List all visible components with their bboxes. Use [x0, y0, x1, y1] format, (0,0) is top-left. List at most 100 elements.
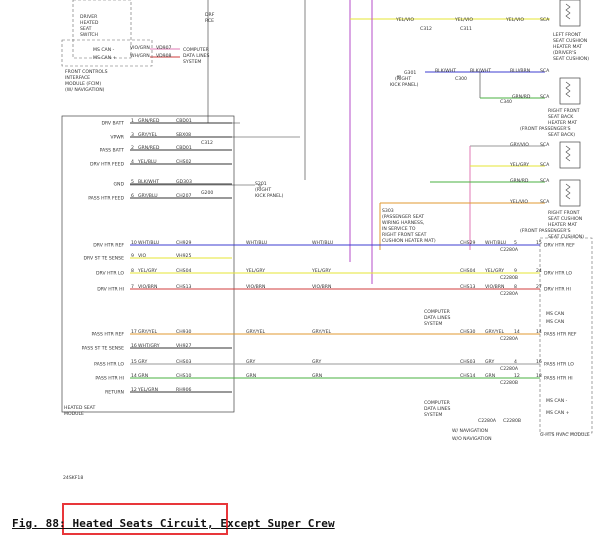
drf-label: DRF [205, 12, 215, 18]
wire-label: GRY [485, 359, 494, 365]
hvac-module-label: G-HTS HVAC MODULE [540, 432, 590, 438]
splice-label: S201 [255, 181, 267, 187]
circuit-label: VD907 [156, 45, 172, 51]
wire-label: BLU/BRN [510, 68, 530, 74]
seat-mat-label: (DRIVER'S [553, 50, 576, 56]
wire-label: GRY [312, 359, 321, 365]
wire-label: VIO/BRN [246, 284, 265, 290]
wire-label: YEL/VIO [454, 17, 473, 23]
wire-label: GRN [246, 373, 256, 379]
hvac-pin-label: PASS HTR LO [544, 362, 574, 368]
connector-label: C2280B [500, 380, 518, 386]
wire-label: YEL/GRY [484, 268, 504, 274]
wire-label: VIO/BRN [312, 284, 331, 290]
driver-switch-label: SEAT [80, 26, 92, 32]
computer-data-label: COMPUTER [183, 47, 210, 53]
wire-label: GRY/VIO [510, 142, 529, 148]
circuit-label: CHS03 [460, 359, 476, 365]
hvac-pin-label: PASS HTR HI [544, 376, 573, 382]
seat-mat-label: RIGHT FRONT [548, 210, 580, 216]
wire-label: GRN/RD [512, 94, 531, 100]
heated-seat-module-label: MODULE [64, 411, 84, 417]
wire-label: YEL/GRY [509, 162, 529, 168]
fcim-label: MODULE (FCIM) [65, 81, 101, 87]
circuit-label: CHS29 [460, 240, 476, 246]
wire-label: WHT/BLU [246, 240, 267, 246]
connector-label: C2280A [500, 366, 519, 372]
wire-label: GRN/RD [510, 178, 529, 184]
connector-label: C2280A [500, 247, 519, 253]
splice-label: (PASSENGER SEAT [382, 214, 424, 220]
wire-label: YEL/GRY [311, 268, 331, 274]
wire-label: WHT/BLU [312, 240, 333, 246]
wire-label: GRY/YEL [246, 329, 266, 335]
pin-number: 4 [514, 359, 517, 365]
computer-data-label: DATA LINES [424, 406, 451, 412]
wire-label: WH/GRN [130, 53, 150, 59]
sca-label: SCA [540, 17, 550, 23]
pin-number: 15 [536, 240, 542, 246]
figure-caption: Fig. 88: Heated Seats Circuit, Except Su… [12, 517, 335, 530]
connector-label: C2280B [503, 418, 521, 424]
pin-label: RETURN [105, 390, 124, 396]
wire-label: GRY [246, 359, 255, 365]
connector-label: C312 [420, 26, 432, 32]
wire-label: GRY/YEL [312, 329, 332, 335]
fcim-label: INTERFACE [65, 75, 90, 81]
pin-row-layer: DRV BATT 1 GRN/RED CBD01VPWR 3 GRY/YEL SBX08PA… [82, 118, 577, 396]
computer-data-label: COMPUTER [424, 400, 451, 406]
computer-data-label: COMPUTER [424, 309, 451, 315]
wire-label: GRY/YEL [485, 329, 505, 335]
fcim-label: FRONT CONTROLS [65, 69, 108, 75]
pin-label: DRV BATT [101, 121, 124, 127]
connector-label: C312 [201, 140, 213, 146]
wire-label: VIO/BRN [485, 284, 504, 290]
seat-mat-label: HEATER MAT [548, 222, 577, 228]
pin-label: GND [113, 182, 124, 188]
sca-label: SCA [540, 162, 550, 168]
ground-label: KICK PANEL) [390, 82, 419, 88]
pin-number: 27 [536, 284, 542, 290]
wire-label: VIO/GRN [130, 45, 150, 51]
seat-mat-label: HEATER MAT [553, 44, 582, 50]
circuit-label: CHS14 [460, 373, 476, 379]
pin-label: PASS HTR HI [95, 376, 124, 382]
connector-label: C2280A [500, 336, 519, 342]
pin-number: 24 [536, 268, 542, 274]
pin-number: 9 [514, 268, 517, 274]
ms-can-label: MS CAN - [546, 398, 568, 404]
driver-switch-label: HEATED [80, 20, 99, 26]
caption: Fig. 88: Heated Seats Circuit, Except Su… [12, 514, 335, 532]
seat-mat-label: (FRONT PASSENGER'S [520, 126, 571, 132]
wire-label: YEL/GRY [245, 268, 265, 274]
sca-label: SCA [540, 199, 550, 205]
diagram-root: DRIVER HEATED SEAT SWITCH FRONT CONTROLS… [0, 0, 601, 546]
pin-label: PASS ST TE SENSE [82, 346, 124, 352]
pin-label: DRV HTR LO [96, 271, 124, 277]
connector-label: C2280A [500, 291, 519, 297]
pin-label: PASS BATT [100, 148, 125, 154]
seat-mat-label: SEAT CUSHION [553, 38, 587, 44]
splice-label: CUSHION HEATER MAT) [382, 238, 436, 244]
heated-seat-module-label: HEATED SEAT [64, 405, 95, 411]
pin-number: 12 [514, 373, 520, 379]
pin-label: VPWR [110, 135, 124, 141]
heater-coil-icon [565, 145, 571, 162]
circuit-label: CHS30 [460, 329, 476, 335]
nav-label: W/ NAVIGATION [452, 428, 488, 434]
corner-code: 24SKF18 [63, 475, 83, 481]
pin-label: DRV HTR REF [93, 243, 124, 249]
seat-mat-label: SEAT CUSHION [548, 216, 582, 222]
heater-coil-icon [565, 81, 571, 98]
wiring-diagram: DRIVER HEATED SEAT SWITCH FRONT CONTROLS… [61, 0, 593, 481]
fcim-frame [61, 39, 153, 67]
computer-data-label: DATA LINES [183, 53, 210, 59]
seat-mat-label: SEAT BACK) [548, 132, 575, 138]
wire-label: BLK/WHT [470, 68, 491, 74]
heater-coil-icon [565, 183, 571, 200]
hvac-pin-label: DRV HTR LO [544, 271, 572, 277]
pin-label: PASS HTR FEED [88, 196, 124, 202]
pin-number: 14 [536, 329, 542, 335]
seat-mat-label: SEAT CUSHION) [553, 56, 589, 62]
connector-label: C2280B [500, 275, 518, 281]
